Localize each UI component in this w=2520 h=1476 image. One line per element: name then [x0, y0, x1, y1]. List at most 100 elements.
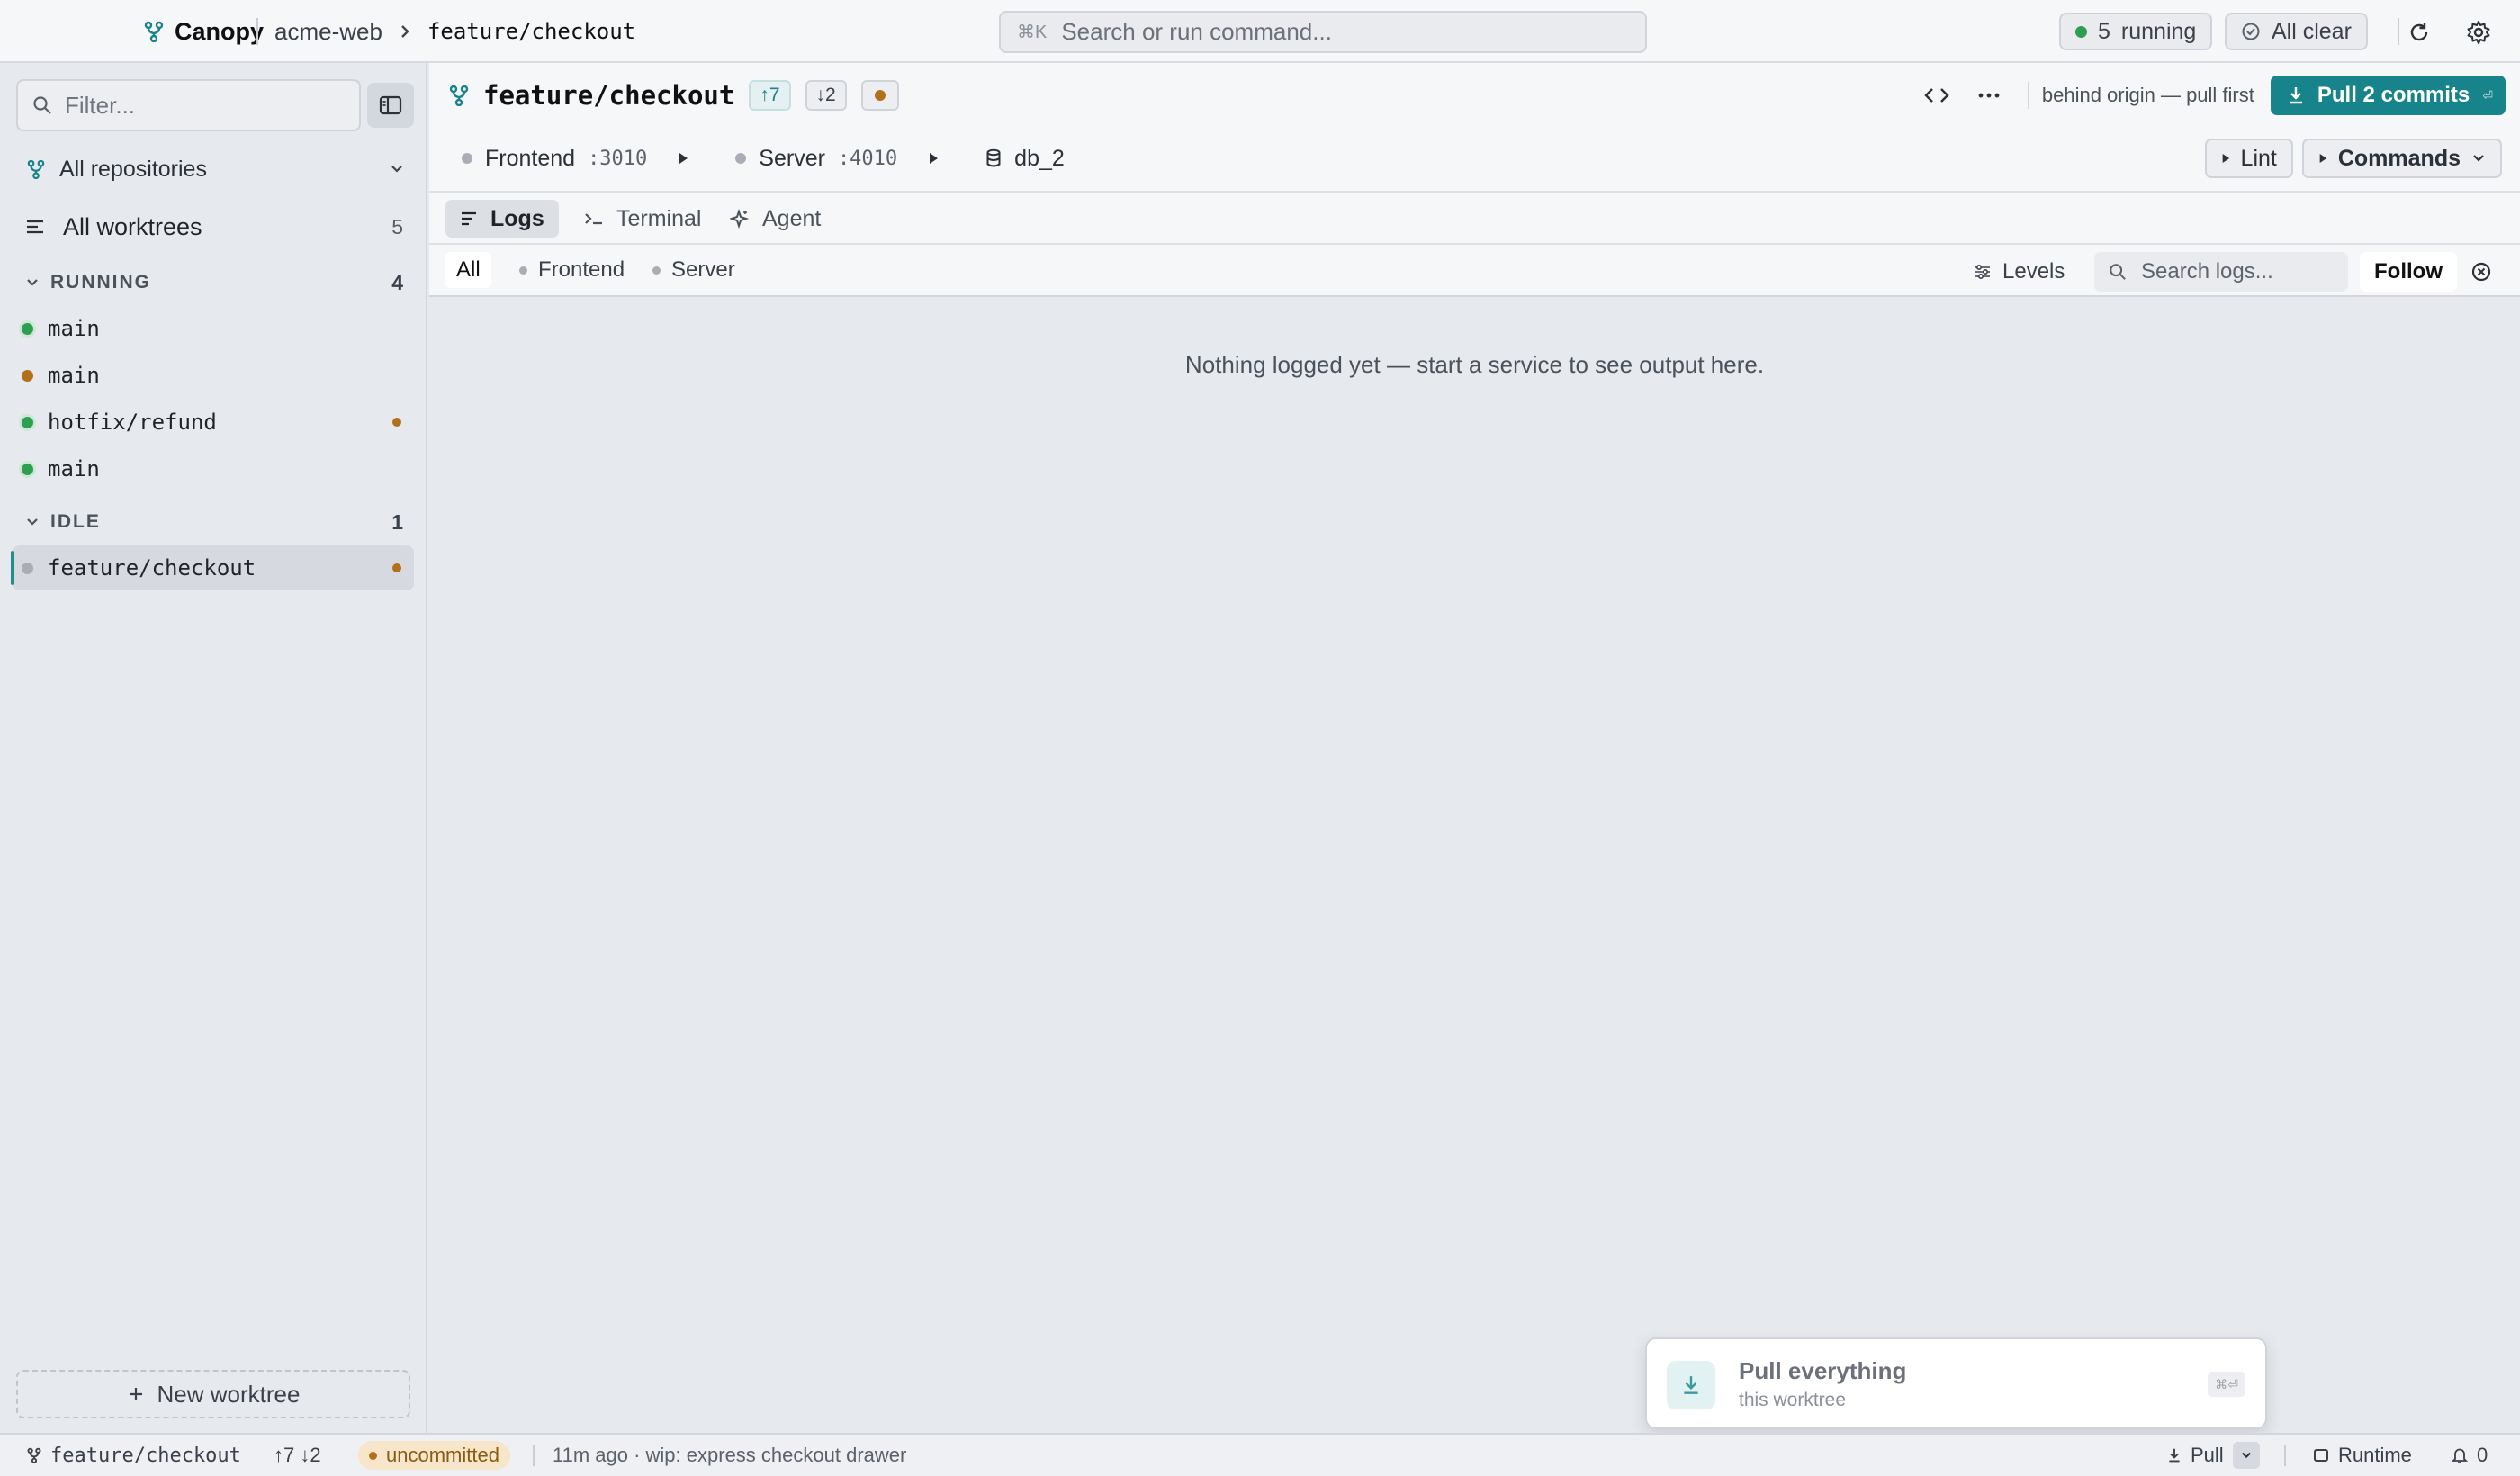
status-uncommitted[interactable]: uncommitted — [358, 1435, 510, 1476]
clear-logs-button[interactable] — [2465, 256, 2498, 288]
runtime-toggle[interactable]: Runtime — [2313, 1435, 2412, 1476]
all-worktrees-item[interactable]: All worktrees 5 — [25, 207, 403, 247]
running-status-pill[interactable]: 5 running — [2059, 13, 2213, 50]
group-header-running[interactable]: RUNNING 4 — [25, 266, 403, 299]
play-icon — [928, 152, 939, 165]
uncommitted-indicator — [392, 563, 401, 572]
sidebar: All repositories All worktrees 5 RUNNING… — [0, 63, 428, 1433]
start-frontend-button[interactable] — [678, 152, 688, 165]
service-server: Server :4010 — [735, 146, 939, 172]
header-actions: behind origin — pull first Pull 2 commit… — [1923, 76, 2506, 115]
pull-everything-toast[interactable]: Pull everything this worktree ⌘⏎ — [1645, 1337, 2267, 1429]
database-name: db_2 — [1014, 145, 1065, 171]
log-source-server[interactable]: Server — [642, 252, 746, 288]
divider — [2284, 1444, 2286, 1466]
group-label: RUNNING — [50, 272, 151, 292]
services-bar: Frontend :3010 Server :4010 db_2 — [462, 140, 1112, 176]
logs-icon — [460, 212, 478, 226]
toast-shortcut: ⌘⏎ — [2208, 1372, 2246, 1397]
worktree-title: feature/checkout ↑7 ↓2 — [449, 77, 899, 113]
refresh-button[interactable] — [2401, 14, 2437, 50]
status-branch[interactable]: feature/checkout — [27, 1435, 241, 1476]
sidebar-panel-icon — [379, 95, 402, 115]
log-source-label: Frontend — [538, 257, 626, 282]
service-database[interactable]: db_2 — [986, 146, 1065, 172]
group-count: 4 — [392, 270, 403, 294]
tab-agent[interactable]: Agent — [716, 200, 835, 238]
toggle-sidebar-button[interactable] — [367, 83, 414, 128]
download-icon — [1681, 1374, 1701, 1396]
chevron-down-icon — [25, 517, 40, 527]
pull-options-dropdown[interactable] — [2232, 1442, 2260, 1469]
chevron-down-icon — [2471, 153, 2486, 164]
log-search-input[interactable] — [2141, 259, 2339, 284]
log-source-frontend[interactable]: Frontend — [508, 252, 635, 288]
service-status-dot — [735, 153, 747, 164]
status-running-dot — [22, 463, 33, 475]
worktree-item[interactable]: main — [13, 306, 414, 351]
command-input[interactable] — [1061, 18, 1602, 46]
worktree-item-selected[interactable]: feature/checkout — [11, 545, 414, 590]
tab-terminal[interactable]: Terminal — [570, 200, 716, 238]
settings-button[interactable] — [2461, 14, 2497, 50]
more-options-button[interactable] — [1977, 92, 2001, 99]
start-server-button[interactable] — [928, 152, 939, 165]
app-brand[interactable]: Canopy — [144, 0, 264, 63]
tab-logs[interactable]: Logs — [446, 200, 559, 238]
group-header-idle[interactable]: IDLE 1 — [25, 506, 403, 538]
status-running-dot — [22, 416, 33, 428]
commits-ahead-badge: ↑7 — [749, 80, 791, 111]
worktree-item[interactable]: main — [13, 353, 414, 398]
refresh-icon — [2408, 21, 2431, 44]
log-source-all[interactable]: All — [446, 252, 491, 288]
log-search-box[interactable] — [2094, 252, 2348, 292]
levels-label: Levels — [2002, 259, 2066, 284]
source-status-dot — [652, 266, 661, 274]
download-icon — [2287, 86, 2305, 105]
open-in-editor-button[interactable] — [1923, 86, 1950, 105]
worktree-item[interactable]: main — [13, 446, 414, 491]
database-icon — [986, 148, 1002, 168]
health-status-pill[interactable]: All clear — [2225, 13, 2368, 50]
status-idle-dot — [22, 562, 33, 574]
service-port: :4010 — [837, 147, 898, 170]
service-name: Frontend — [485, 145, 576, 171]
status-running-dot — [22, 322, 33, 335]
status-warning-dot — [22, 369, 33, 382]
commands-label: Commands — [2337, 145, 2461, 171]
worktree-panel: feature/checkout ↑7 ↓2 behind origin — p… — [429, 63, 2520, 1433]
pull-commits-button[interactable]: Pull 2 commits ⏎ — [2270, 76, 2506, 115]
command-palette[interactable]: ⌘K — [999, 11, 1647, 53]
status-pull-button[interactable]: Pull — [2167, 1435, 2260, 1476]
new-worktree-label: New worktree — [157, 1380, 301, 1408]
sidebar-filter[interactable] — [16, 79, 361, 131]
group-count: 1 — [392, 509, 403, 534]
breadcrumb-repo[interactable]: acme-web — [274, 18, 382, 46]
commands-dropdown[interactable]: Commands — [2301, 139, 2502, 178]
branch-name: feature/checkout — [483, 80, 735, 111]
running-count: 5 — [2098, 18, 2110, 44]
logs-empty-state: Nothing logged yet — start a service to … — [1184, 351, 1765, 378]
levels-button[interactable]: Levels — [1974, 252, 2065, 292]
lint-button[interactable]: Lint — [2204, 139, 2293, 178]
follow-toggle[interactable]: Follow — [2360, 252, 2457, 292]
service-frontend: Frontend :3010 — [462, 146, 688, 172]
breadcrumb-branch[interactable]: feature/checkout — [428, 19, 635, 44]
filter-input[interactable] — [65, 91, 335, 120]
service-actions: Lint Commands — [2204, 139, 2502, 178]
stop-circle-icon — [2470, 261, 2492, 283]
repo-branch-icon — [27, 159, 45, 179]
repository-selector[interactable]: All repositories — [27, 151, 405, 187]
chevron-down-icon — [2240, 1451, 2253, 1460]
last-commit: 11m ago · wip: express checkout drawer — [553, 1444, 907, 1466]
divider — [2027, 82, 2030, 109]
notifications-button[interactable]: 0 — [2452, 1435, 2488, 1476]
pull-commits-label: Pull 2 commits — [2317, 83, 2470, 107]
plus-icon — [127, 1385, 145, 1403]
square-icon — [2313, 1447, 2329, 1463]
status-pull-label: Pull — [2191, 1444, 2224, 1466]
service-port: :3010 — [588, 147, 648, 170]
worktree-item[interactable]: hotfix/refund — [13, 400, 414, 445]
new-worktree-button[interactable]: New worktree — [16, 1370, 410, 1418]
tab-label: Terminal — [616, 205, 702, 231]
